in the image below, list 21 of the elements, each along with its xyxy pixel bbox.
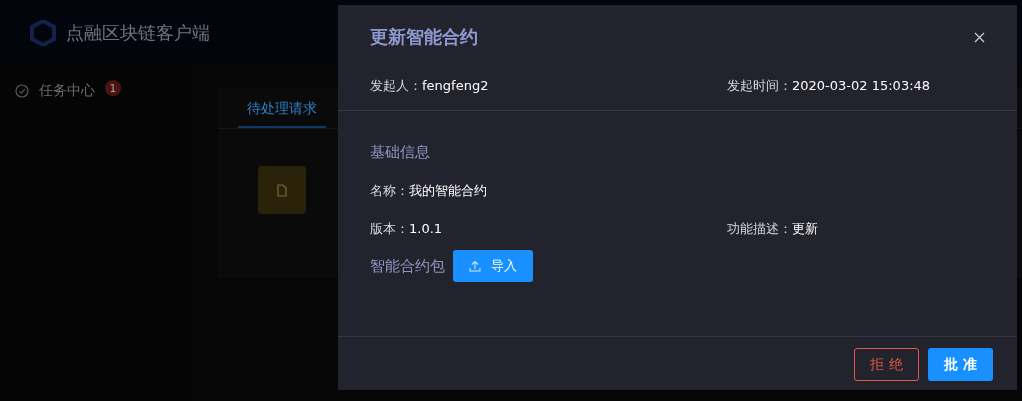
meta-field: 发起人：fengfeng2 <box>370 77 727 95</box>
package-label: 智能合约包 <box>370 256 445 276</box>
check-circle-icon <box>15 84 29 98</box>
hexagon-logo-icon <box>30 19 56 46</box>
tab[interactable]: 待处理请求 <box>238 88 326 128</box>
approve-button[interactable]: 批 准 <box>928 348 993 381</box>
info-field: 版本：1.0.1 <box>370 220 727 238</box>
upload-icon <box>469 260 481 272</box>
document-icon <box>277 183 287 197</box>
info-field: 名称：我的智能合约 <box>370 182 727 200</box>
app-title: 点融区块链客户端 <box>66 20 210 45</box>
reject-button[interactable]: 拒 绝 <box>854 348 919 381</box>
sidebar-item[interactable]: 任务中心 1 <box>15 79 121 103</box>
close-icon[interactable] <box>974 31 985 43</box>
section-title: 基础信息 <box>369 143 431 162</box>
request-tile[interactable] <box>258 166 306 214</box>
dialog-title: 更新智能合约 <box>370 25 478 49</box>
info-field: 功能描述：更新 <box>727 220 985 238</box>
import-button[interactable]: 导入 <box>453 250 533 282</box>
meta-field: 发起时间：2020-03-02 15:03:48 <box>727 77 985 95</box>
count-badge: 1 <box>105 80 121 96</box>
